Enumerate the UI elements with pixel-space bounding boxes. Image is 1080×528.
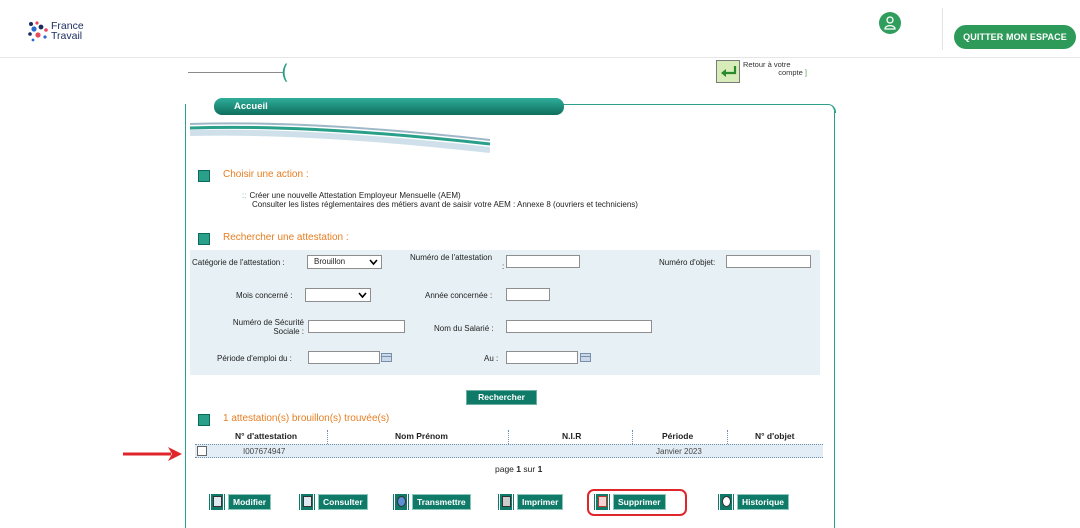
col-nom: Nom Prénom	[395, 431, 448, 441]
secu-label: Numéro de Sécurité Sociale :	[220, 318, 304, 336]
results-header: N° d'attestation Nom Prénom N.I.R Périod…	[195, 430, 823, 442]
col-objet: N° d'objet	[755, 431, 795, 441]
col-nir: N.I.R	[562, 431, 582, 441]
imprimer-label: Imprimer	[517, 494, 564, 510]
pager-prefix: page	[495, 464, 514, 474]
mois-label: Mois concerné :	[236, 291, 293, 300]
highlight-box	[587, 489, 687, 516]
history-clock-icon	[717, 494, 735, 510]
quit-space-button[interactable]: QUITTER MON ESPACE	[954, 25, 1076, 49]
user-account-button[interactable]	[879, 12, 901, 34]
panel-top-border	[560, 104, 836, 113]
action-consult-lists[interactable]: Consulter les listes réglementaires des …	[242, 200, 638, 209]
modifier-button[interactable]: Modifier	[208, 494, 272, 510]
imprimer-button[interactable]: Imprimer	[497, 494, 564, 510]
secu-label-line-2: Sociale :	[273, 327, 304, 336]
pager-mid: sur	[523, 464, 536, 474]
tab-accueil[interactable]: Accueil	[214, 98, 564, 115]
return-arrow-icon	[721, 66, 737, 77]
chevron-down-icon	[358, 292, 367, 299]
table-row[interactable]: I007674947 Janvier 2023	[195, 444, 823, 458]
au-label: Au :	[484, 354, 499, 363]
action-create-aem[interactable]: :: Créer une nouvelle Attestation Employe…	[242, 191, 638, 200]
return-bracket: ]	[804, 68, 807, 77]
action-list: :: Créer une nouvelle Attestation Employe…	[242, 191, 638, 209]
nom-salarie-label: Nom du Salarié :	[434, 324, 494, 333]
return-account-link[interactable]: Retour à votre compte ]	[743, 61, 807, 77]
action-consult-lists-label: Consulter les listes réglementaires des …	[252, 200, 638, 209]
pagination: page 1 sur 1	[495, 464, 542, 474]
printer-icon	[497, 494, 515, 510]
red-arrow-icon	[123, 447, 182, 461]
top-header: France Travail QUITTER MON ESPACE	[0, 0, 1080, 58]
historique-button[interactable]: Historique	[717, 494, 790, 510]
nom-salarie-input[interactable]	[506, 320, 652, 333]
categorie-select-value: Brouillon	[314, 257, 346, 266]
periode-label: Période d'emploi du :	[217, 354, 292, 363]
historique-label: Historique	[737, 494, 790, 510]
return-line-2: compte	[778, 68, 803, 77]
section-bullet-icon	[198, 170, 210, 182]
results-title: 1 attestation(s) brouillon(s) trouvée(s)	[223, 413, 390, 424]
categorie-label: Catégorie de l'attestation :	[192, 258, 285, 267]
return-line-2-wrap: compte ]	[743, 69, 807, 77]
user-icon	[884, 16, 896, 30]
annee-input[interactable]	[506, 288, 550, 301]
annee-label: Année concernée :	[425, 291, 493, 300]
col-numero: N° d'attestation	[235, 431, 298, 441]
section-bullet-icon	[198, 233, 210, 245]
decor-paren: (	[281, 60, 289, 84]
search-button[interactable]: Rechercher	[466, 390, 537, 405]
secu-input[interactable]	[308, 320, 405, 333]
calendar-icon[interactable]	[381, 353, 392, 362]
edit-icon	[208, 494, 226, 510]
pager-total: 1	[537, 464, 543, 474]
consulter-label: Consulter	[318, 494, 368, 510]
logo-text: France Travail	[51, 21, 84, 42]
calendar-icon[interactable]	[580, 353, 591, 362]
header-divider	[942, 8, 943, 50]
modifier-label: Modifier	[228, 494, 272, 510]
decorative-swoosh	[190, 122, 490, 153]
transmettre-label: Transmettre	[412, 494, 471, 510]
numero-attestation-colon: :	[502, 262, 505, 271]
pager-current[interactable]: 1	[516, 464, 521, 474]
return-account-button[interactable]	[716, 60, 740, 83]
secu-label-line-1: Numéro de Sécurité	[232, 318, 304, 327]
cell-periode: Janvier 2023	[656, 447, 702, 456]
numero-objet-label: Numéro d'objet:	[659, 258, 716, 267]
col-periode: Période	[662, 431, 694, 441]
view-document-icon	[298, 494, 316, 510]
send-icon	[392, 494, 410, 510]
search-form: Catégorie de l'attestation : Brouillon N…	[190, 250, 820, 375]
chevron-down-icon	[369, 259, 378, 266]
periode-debut-input[interactable]	[308, 351, 380, 364]
section-title-actions: Choisir une action :	[223, 169, 309, 180]
numero-objet-input[interactable]	[726, 255, 811, 268]
categorie-select[interactable]: Brouillon	[307, 255, 382, 269]
mois-select[interactable]	[305, 288, 371, 302]
row-select-checkbox[interactable]	[197, 446, 207, 456]
logo-line-2: Travail	[51, 30, 83, 42]
france-travail-logo[interactable]: France Travail	[27, 20, 87, 42]
periode-fin-input[interactable]	[506, 351, 578, 364]
action-create-aem-label: Créer une nouvelle Attestation Employeur…	[249, 191, 461, 200]
logo-dots-icon	[28, 21, 48, 42]
consulter-button[interactable]: Consulter	[298, 494, 368, 510]
section-bullet-icon	[198, 414, 210, 426]
cell-numero: I007674947	[243, 447, 286, 456]
numero-attestation-label: Numéro de l'attestation:	[410, 253, 504, 271]
top-decor-line	[188, 72, 283, 73]
transmettre-button[interactable]: Transmettre	[392, 494, 471, 510]
numero-attestation-label-text: Numéro de l'attestation	[410, 253, 493, 262]
bullet-icon: ::	[242, 191, 247, 200]
section-title-search: Rechercher une attestation :	[223, 232, 349, 243]
numero-attestation-input[interactable]	[506, 255, 580, 268]
